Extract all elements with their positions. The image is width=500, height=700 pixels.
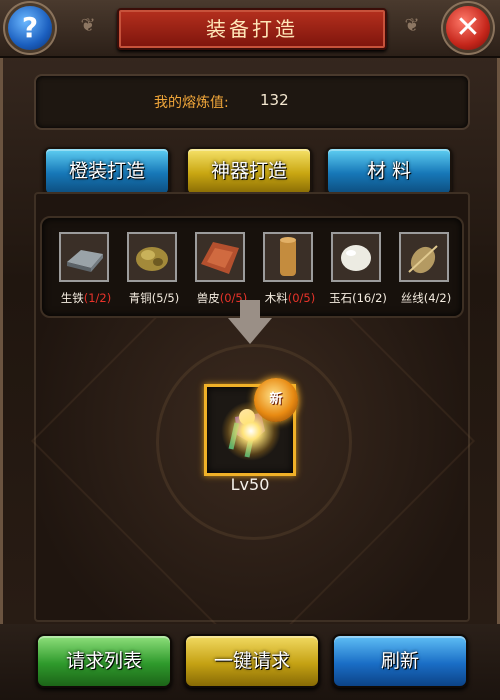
tab-artifact-forge[interactable]: 神器打造 bbox=[186, 147, 312, 195]
one-click-request-button[interactable]: 一键请求 bbox=[184, 634, 320, 688]
question-icon: ? bbox=[21, 11, 39, 44]
request-list-button[interactable]: 请求列表 bbox=[36, 634, 172, 688]
material-name: 木料 bbox=[264, 291, 288, 305]
close-icon: ✕ bbox=[455, 10, 481, 45]
iron-ingot-icon bbox=[59, 232, 109, 282]
material-count: (0/5) bbox=[287, 291, 316, 305]
arrow-down-icon bbox=[240, 300, 260, 320]
material-count: (4/2) bbox=[423, 291, 452, 305]
material-name: 玉石 bbox=[329, 291, 353, 305]
material-item[interactable]: 木料(0/5) bbox=[258, 232, 320, 312]
bronze-ore-icon bbox=[127, 232, 177, 282]
wood-log-icon bbox=[263, 232, 313, 282]
tab-materials[interactable]: 材 料 bbox=[326, 147, 452, 195]
material-count: (5/5) bbox=[151, 291, 180, 305]
close-button[interactable]: ✕ bbox=[446, 6, 490, 50]
silk-thread-icon bbox=[399, 232, 449, 282]
new-badge: 新 bbox=[254, 378, 298, 422]
material-item[interactable]: 生铁(1/2) bbox=[54, 232, 116, 312]
material-item[interactable]: 青铜(5/5) bbox=[122, 232, 184, 312]
smelt-value-box: 我的熔炼值: 132 bbox=[34, 74, 470, 130]
help-button[interactable]: ? bbox=[8, 6, 52, 50]
material-count: (1/2) bbox=[83, 291, 112, 305]
material-name: 兽皮 bbox=[196, 291, 220, 305]
arrow-down-head bbox=[228, 318, 272, 344]
smelt-value-label: 我的熔炼值: bbox=[154, 95, 229, 111]
material-item[interactable]: 玉石(16/2) bbox=[326, 232, 388, 312]
title-bar: ❦ ❦ 装备打造 bbox=[0, 0, 500, 58]
material-name: 生铁 bbox=[60, 291, 84, 305]
material-name: 丝线 bbox=[400, 291, 424, 305]
smelt-value: 132 bbox=[260, 91, 289, 109]
material-count: (16/2) bbox=[352, 291, 387, 305]
window-title: 装备打造 bbox=[117, 8, 387, 50]
refresh-button[interactable]: 刷新 bbox=[332, 634, 468, 688]
hide-icon bbox=[195, 232, 245, 282]
tab-orange-forge[interactable]: 橙装打造 bbox=[44, 147, 170, 195]
jade-stone-icon bbox=[331, 232, 381, 282]
material-name: 青铜 bbox=[128, 291, 152, 305]
material-item[interactable]: 丝线(4/2) bbox=[394, 232, 456, 312]
result-level: Lv50 bbox=[230, 475, 270, 494]
right-ornament-icon: ❦ bbox=[404, 15, 420, 36]
left-ornament-icon: ❦ bbox=[80, 15, 96, 36]
